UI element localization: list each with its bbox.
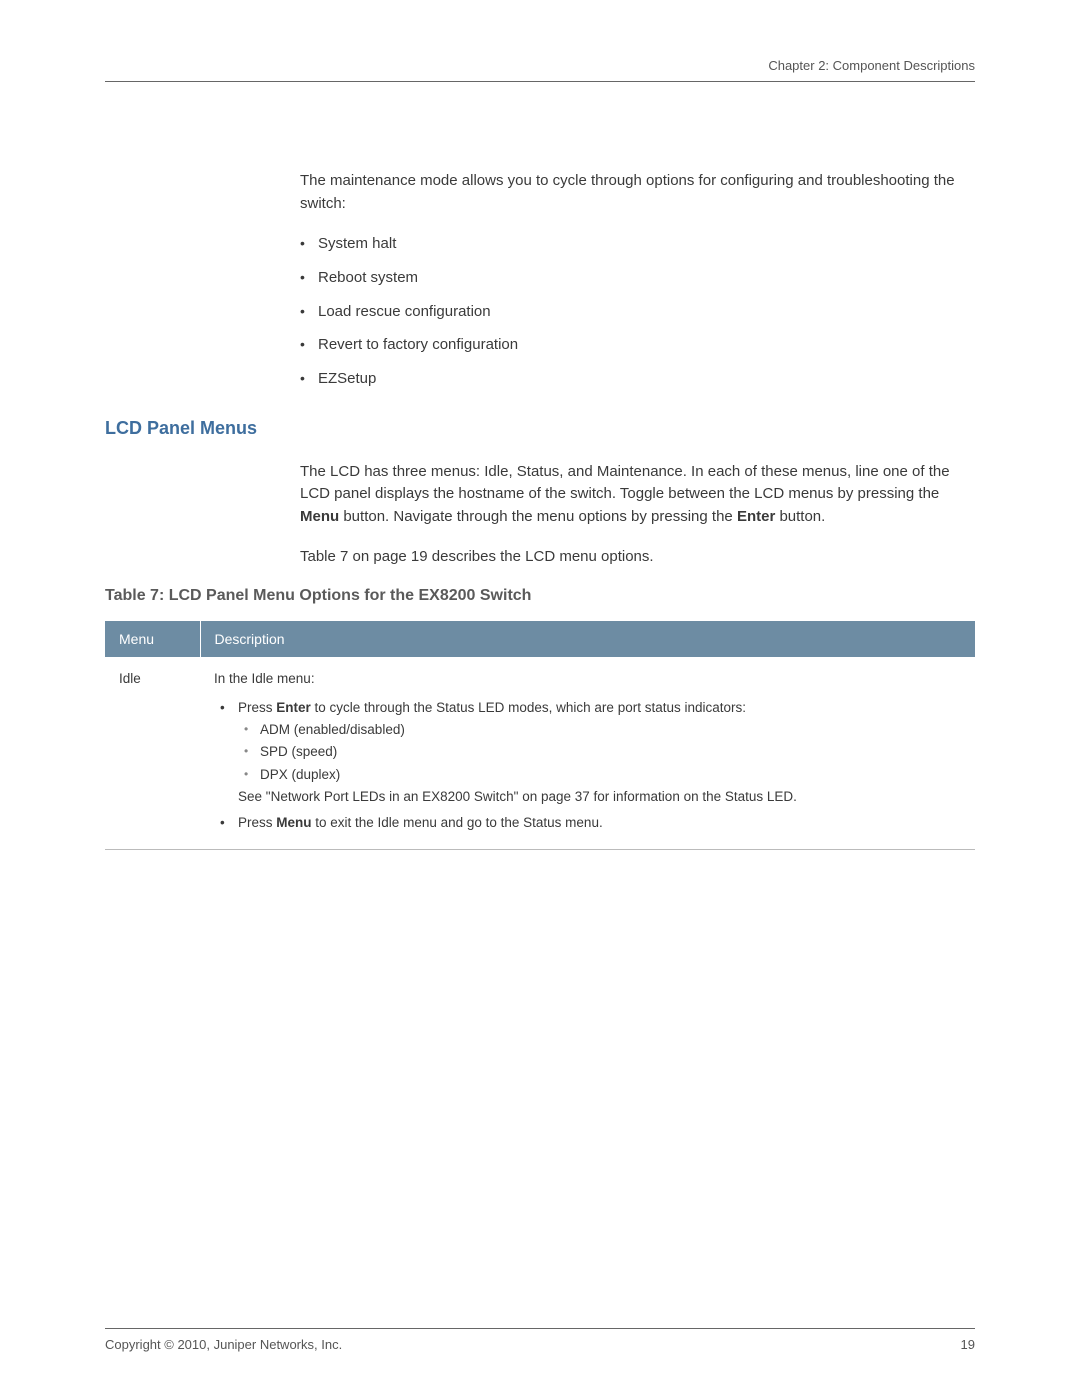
idle-inner-list: ADM (enabled/disabled) SPD (speed) DPX (… bbox=[238, 720, 961, 785]
idle-b2-a: Press bbox=[238, 815, 276, 830]
chapter-title: Chapter 2: Component Descriptions bbox=[768, 58, 975, 73]
idle-bullet-menu: Press Menu to exit the Idle menu and go … bbox=[238, 813, 961, 833]
idle-sub-adm: ADM (enabled/disabled) bbox=[260, 720, 961, 740]
idle-sub-spd: SPD (speed) bbox=[260, 742, 961, 762]
idle-outer-list: Press Enter to cycle through the Status … bbox=[214, 698, 961, 834]
lcd-para-2: Table 7 on page 19 describes the LCD men… bbox=[300, 546, 975, 569]
idle-see-ref: See "Network Port LEDs in an EX8200 Swit… bbox=[238, 787, 961, 807]
table-7-title: Table 7: LCD Panel Menu Options for the … bbox=[105, 587, 975, 605]
table-row-idle: Idle In the Idle menu: Press Enter to cy… bbox=[105, 657, 975, 850]
lcd-para-1b: button. Navigate through the menu option… bbox=[339, 508, 737, 525]
td-menu-idle: Idle bbox=[105, 657, 200, 850]
idle-b1-a: Press bbox=[238, 700, 276, 715]
maintenance-intro: The maintenance mode allows you to cycle… bbox=[300, 170, 975, 215]
page-container: Chapter 2: Component Descriptions The ma… bbox=[0, 0, 1080, 1397]
idle-sub-dpx: DPX (duplex) bbox=[260, 765, 961, 785]
idle-b2-menu: Menu bbox=[276, 815, 311, 830]
maintenance-bullets: System halt Reboot system Load rescue co… bbox=[300, 233, 975, 390]
bullet-ezsetup: EZSetup bbox=[318, 368, 975, 390]
content-area: The maintenance mode allows you to cycle… bbox=[105, 82, 975, 850]
idle-b1-b: to cycle through the Status LED modes, w… bbox=[311, 700, 746, 715]
th-description: Description bbox=[200, 621, 975, 657]
enter-bold-1: Enter bbox=[737, 508, 775, 525]
idle-b2-b: to exit the Idle menu and go to the Stat… bbox=[312, 815, 603, 830]
lcd-para-1a: The LCD has three menus: Idle, Status, a… bbox=[300, 463, 950, 503]
td-desc-idle: In the Idle menu: Press Enter to cycle t… bbox=[200, 657, 975, 850]
page-footer: Copyright © 2010, Juniper Networks, Inc.… bbox=[105, 1328, 975, 1352]
idle-intro: In the Idle menu: bbox=[214, 671, 961, 686]
lcd-para-1c: button. bbox=[775, 508, 825, 525]
bullet-system-halt: System halt bbox=[318, 233, 975, 255]
table-header-row: Menu Description bbox=[105, 621, 975, 657]
th-menu: Menu bbox=[105, 621, 200, 657]
bullet-factory: Revert to factory configuration bbox=[318, 334, 975, 356]
menu-bold-1: Menu bbox=[300, 508, 339, 525]
idle-b1-enter: Enter bbox=[276, 700, 311, 715]
chapter-header: Chapter 2: Component Descriptions bbox=[105, 58, 975, 82]
footer-copyright: Copyright © 2010, Juniper Networks, Inc. bbox=[105, 1337, 342, 1352]
section-heading-lcd-menus: LCD Panel Menus bbox=[105, 418, 975, 439]
bullet-rescue: Load rescue configuration bbox=[318, 301, 975, 323]
bullet-reboot: Reboot system bbox=[318, 267, 975, 289]
lcd-menu-table: Menu Description Idle In the Idle menu: … bbox=[105, 621, 975, 851]
footer-page-number: 19 bbox=[961, 1337, 975, 1352]
idle-bullet-enter: Press Enter to cycle through the Status … bbox=[238, 698, 961, 807]
lcd-para-1: The LCD has three menus: Idle, Status, a… bbox=[300, 461, 975, 529]
